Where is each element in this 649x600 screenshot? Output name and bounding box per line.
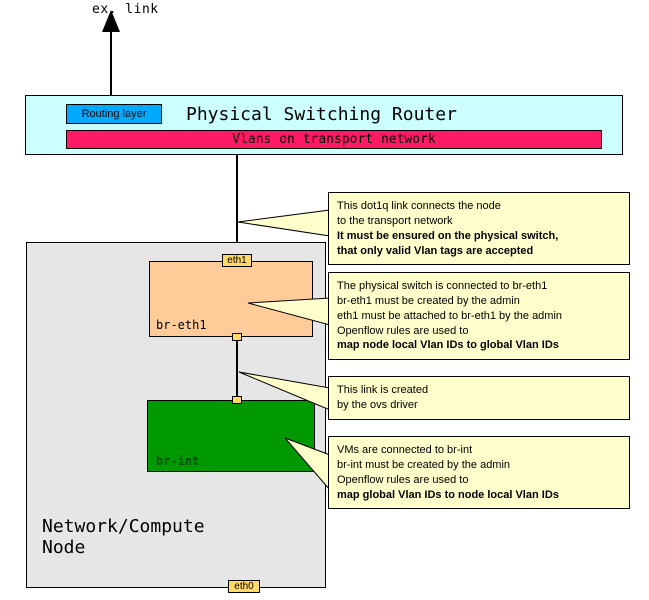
br-int-top-port [232,396,242,404]
uplink-line [110,30,112,95]
physical-switching-router: Routing layer Physical Switching Router … [25,95,623,155]
callout-bold: that only valid Vlan tags are accepted [337,244,621,259]
eth1-port: eth1 [222,254,252,267]
callout-ovs-link: This link is created by the ovs driver [328,376,630,420]
callout-line: This dot1q link connects the node [337,199,621,214]
vlan-bar: Vlans on transport network [66,130,602,149]
routing-layer-box: Routing layer [66,104,162,124]
callout-line: Openflow rules are used to [337,324,621,339]
arrow-up-icon [102,10,120,32]
callout-bold: map node local Vlan IDs to global Vlan I… [337,338,621,353]
callout-line: The physical switch is connected to br-e… [337,279,621,294]
callout-line: Openflow rules are used to [337,473,621,488]
callout-line: VMs are connected to br-int [337,443,621,458]
callout-bold: map global Vlan IDs to node local Vlan I… [337,488,621,503]
br-eth1-label: br-eth1 [156,318,207,332]
callout-line: by the ovs driver [337,398,621,413]
callout-line: br-eth1 must be created by the admin [337,294,621,309]
router-title: Physical Switching Router [186,104,457,125]
callout-bold: It must be ensured on the physical switc… [337,229,621,244]
router-node-link [236,155,238,255]
callout-line: to the transport network [337,214,621,229]
callout-line: eth1 must be attached to br-eth1 by the … [337,309,621,324]
callout-br-int: VMs are connected to br-int br-int must … [328,436,630,509]
br-int-label: br-int [156,454,199,468]
eth0-port: eth0 [228,580,260,593]
callout-line: This link is created [337,383,621,398]
callout-br-eth1: The physical switch is connected to br-e… [328,272,630,360]
callout-dot1q-link: This dot1q link connects the node to the… [328,192,630,265]
ovs-link [236,340,238,400]
callout-line: br-int must be created by the admin [337,458,621,473]
node-title: Network/Compute Node [42,516,205,558]
